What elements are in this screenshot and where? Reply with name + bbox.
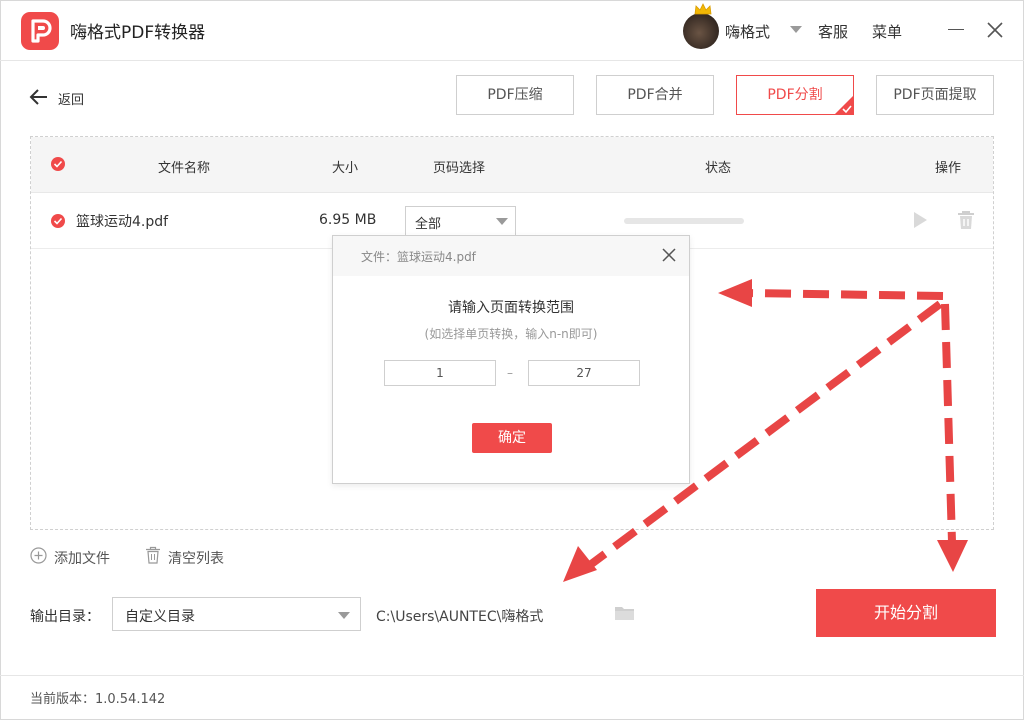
output-path: C:\Users\AUNTEC\嗨格式 xyxy=(376,609,544,625)
page-range-dialog: 文件：篮球运动4.pdf 请输入页面转换范围 (如选择单页转换，输入n-n即可)… xyxy=(332,235,690,484)
check-icon xyxy=(53,160,63,168)
header-file-name: 文件名称 xyxy=(158,161,211,176)
version-label: 当前版本：1.0.54.142 xyxy=(30,692,166,707)
row-file-name: 篮球运动4.pdf xyxy=(76,214,169,230)
select-all-checkbox[interactable] xyxy=(51,157,65,171)
tab-pdf-merge[interactable]: PDF合并 xyxy=(596,75,714,115)
pdf-logo-icon xyxy=(21,12,59,50)
tab-pdf-compress[interactable]: PDF压缩 xyxy=(456,75,574,115)
arrow-left-icon[interactable] xyxy=(29,86,49,108)
tab-label: PDF压缩 xyxy=(487,87,543,103)
header-status: 状态 xyxy=(705,161,732,176)
minimize-icon[interactable] xyxy=(948,29,964,30)
plus-circle-icon[interactable] xyxy=(30,547,47,564)
trash-icon[interactable] xyxy=(145,546,161,564)
start-split-button[interactable]: 开始分割 xyxy=(816,589,996,637)
row-file-size: 6.95 MB xyxy=(319,212,377,228)
arrowhead-down-left xyxy=(563,546,597,582)
page-select-value: 全部 xyxy=(415,217,442,232)
arrowhead-down xyxy=(937,540,968,572)
header-size: 大小 xyxy=(332,161,359,176)
range-from-input[interactable]: 1 xyxy=(384,360,496,386)
username[interactable]: 嗨格式 xyxy=(725,21,770,42)
back-button[interactable]: 返回 xyxy=(58,89,84,108)
check-icon xyxy=(53,217,63,225)
menu-link[interactable]: 菜单 xyxy=(872,21,902,42)
service-link[interactable]: 客服 xyxy=(818,21,848,42)
avatar[interactable] xyxy=(683,13,719,49)
chevron-down-icon[interactable] xyxy=(790,26,802,33)
confirm-button[interactable]: 确定 xyxy=(472,423,552,453)
range-to-input[interactable]: 27 xyxy=(528,360,640,386)
output-dir-select[interactable]: 自定义目录 xyxy=(112,597,361,631)
tab-label: PDF合并 xyxy=(627,87,683,103)
dialog-hint: (如选择单页转换，输入n-n即可) xyxy=(424,327,598,341)
play-icon[interactable] xyxy=(912,211,928,229)
row-progress-bar xyxy=(624,218,744,224)
check-icon xyxy=(834,95,854,115)
title-bar: 嗨格式PDF转换器 嗨格式 客服 菜单 xyxy=(0,0,1024,61)
chevron-down-icon xyxy=(496,218,508,225)
dialog-file-label: 文件：篮球运动4.pdf xyxy=(361,250,476,264)
chevron-down-icon xyxy=(338,612,350,619)
output-dir-value: 自定义目录 xyxy=(125,609,195,625)
page-select-dropdown[interactable]: 全部 xyxy=(405,206,516,236)
range-separator: – xyxy=(507,366,513,380)
tab-label: PDF分割 xyxy=(767,87,823,103)
close-icon[interactable] xyxy=(985,20,1005,40)
header-action: 操作 xyxy=(935,161,962,176)
tab-label: PDF页面提取 xyxy=(893,87,977,103)
header-page-select: 页码选择 xyxy=(433,161,486,176)
output-dir-label: 输出目录： xyxy=(30,609,100,625)
app-title: 嗨格式PDF转换器 xyxy=(70,23,206,43)
folder-icon[interactable] xyxy=(614,605,635,621)
clear-list-button[interactable]: 清空列表 xyxy=(168,548,224,568)
trash-icon[interactable] xyxy=(957,210,975,230)
add-file-button[interactable]: 添加文件 xyxy=(54,548,110,568)
dialog-title: 请输入页面转换范围 xyxy=(448,300,574,316)
tab-pdf-page-extract[interactable]: PDF页面提取 xyxy=(876,75,994,115)
crown-icon xyxy=(694,3,712,15)
close-icon[interactable] xyxy=(662,248,676,262)
row-checkbox[interactable] xyxy=(51,214,65,228)
tab-pdf-split[interactable]: PDF分割 xyxy=(736,75,854,115)
